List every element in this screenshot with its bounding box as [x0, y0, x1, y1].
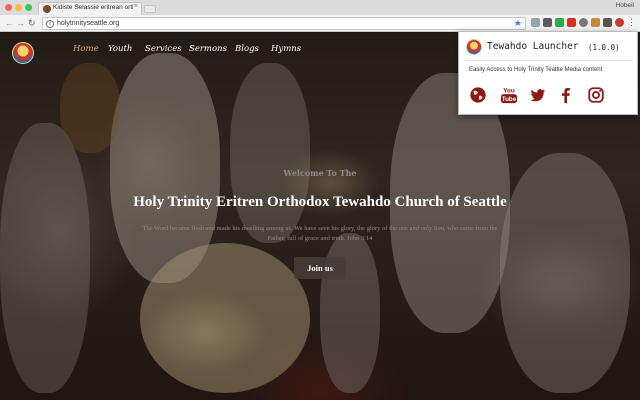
minimize-window-button[interactable]: [15, 4, 22, 11]
nav-sermons[interactable]: Sermons: [189, 44, 227, 54]
reload-icon[interactable]: ↻: [28, 18, 36, 28]
location-extension-icon[interactable]: [579, 18, 588, 27]
arrow-right-icon[interactable]: →: [16, 18, 25, 28]
nav-blogs[interactable]: Blogs: [235, 44, 259, 54]
church-logo[interactable]: [12, 42, 34, 64]
screenshot-extension-icon[interactable]: [543, 18, 552, 27]
welcome-text: Welcome To The: [283, 168, 357, 178]
popup-version: (1.0.0): [588, 43, 620, 52]
maximize-window-button[interactable]: [25, 4, 32, 11]
youtube-icon[interactable]: You Tube: [499, 86, 519, 104]
tab-close-button[interactable]: ×: [134, 3, 138, 10]
church-logo-icon: [466, 39, 482, 55]
profile-name[interactable]: Hobeil: [616, 2, 634, 9]
bookmark-star-icon[interactable]: ★: [514, 18, 522, 29]
favicon-icon: [43, 5, 51, 13]
popup-title: Tewahdo Launcher: [487, 41, 579, 52]
browser-toolbar: ← → ↻ i holytrinityseattle.org ★ ⋮: [0, 15, 640, 32]
instagram-icon[interactable]: [587, 86, 605, 104]
popup-description: Easily Access to Holy Trinity Teattle Me…: [469, 67, 603, 73]
extension-icon[interactable]: [591, 18, 600, 27]
tab-strip: Kidiste Selassie eritrean ortho × Hobeil: [0, 0, 640, 15]
facebook-icon[interactable]: [557, 86, 575, 104]
extension-icon[interactable]: [603, 18, 612, 27]
verse-text: The Word became flesh and made his dwell…: [110, 224, 530, 243]
arrow-left-icon[interactable]: ←: [5, 18, 14, 28]
nav-hymns[interactable]: Hymns: [271, 44, 301, 54]
join-us-button[interactable]: Join us: [294, 257, 346, 279]
browser-menu-icon[interactable]: ⋮: [627, 17, 636, 27]
cast-icon[interactable]: [531, 18, 540, 27]
info-icon[interactable]: i: [46, 20, 54, 28]
address-bar[interactable]: i holytrinityseattle.org ★: [42, 17, 526, 30]
browser-tab[interactable]: Kidiste Selassie eritrean ortho ×: [38, 2, 142, 15]
globe-icon[interactable]: [469, 86, 487, 104]
extension-popup: Tewahdo Launcher (1.0.0) Easily Access t…: [458, 31, 638, 115]
tewahdo-launcher-icon[interactable]: [615, 18, 624, 27]
twitter-icon[interactable]: [529, 86, 547, 104]
nav-services[interactable]: Services: [145, 44, 182, 54]
close-window-button[interactable]: [5, 4, 12, 11]
nav-youth[interactable]: Youth: [108, 44, 132, 54]
verse-line: The Word became flesh and made his dwell…: [142, 225, 498, 232]
url-text[interactable]: holytrinityseattle.org: [57, 20, 119, 27]
nav-home[interactable]: Home: [73, 44, 99, 54]
pocket-extension-icon[interactable]: [567, 18, 576, 27]
new-tab-button[interactable]: [144, 5, 156, 13]
youtube-tube-text: Tube: [502, 96, 517, 103]
divider: [465, 60, 633, 61]
tab-title: Kidiste Selassie eritrean ortho: [53, 4, 133, 11]
verse-line: Father, full of grace and truth. John 3:…: [267, 234, 373, 242]
youtube-you-text: You: [503, 87, 515, 94]
shield-extension-icon[interactable]: [555, 18, 564, 27]
page-title: Holy Trinity Eritren Orthodox Tewahdo Ch…: [133, 194, 507, 210]
